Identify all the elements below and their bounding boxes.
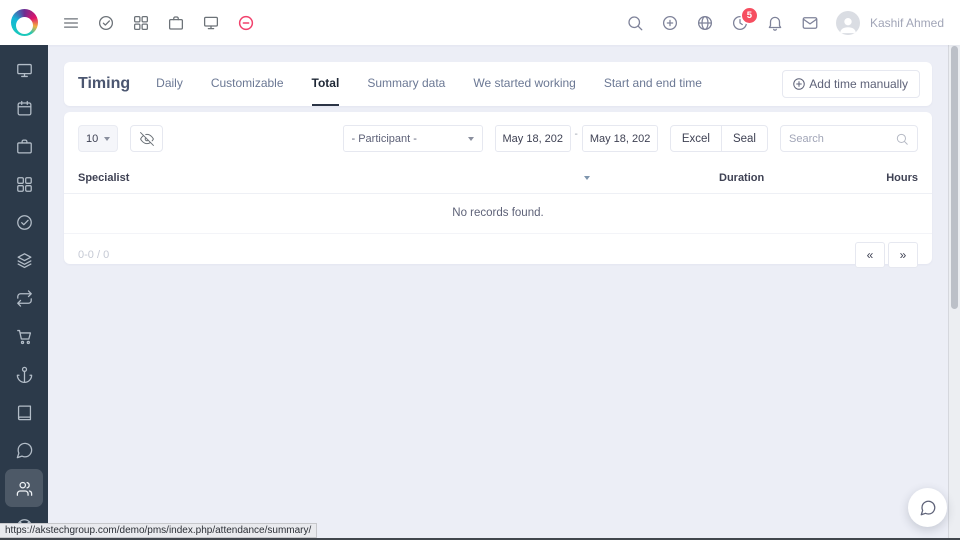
toggle-columns-button[interactable] bbox=[130, 125, 163, 152]
tab-we-started-working[interactable]: We started working bbox=[473, 62, 576, 106]
excel-button[interactable]: Excel bbox=[670, 125, 722, 152]
sidebar-item-shop[interactable] bbox=[5, 317, 43, 355]
briefcase-icon[interactable] bbox=[167, 14, 185, 32]
sidebar-item-docs[interactable] bbox=[5, 393, 43, 431]
time-log-icon[interactable]: 5 bbox=[731, 14, 749, 32]
empty-message: No records found. bbox=[64, 194, 932, 234]
next-page-button[interactable]: » bbox=[888, 242, 918, 268]
date-to-input[interactable] bbox=[582, 125, 658, 152]
header-right-icons: 5 Kashif Ahmed bbox=[626, 11, 944, 35]
page-scrollbar[interactable] bbox=[948, 45, 960, 538]
filters-row: 10 - Participant - - Excel Seal bbox=[64, 112, 932, 164]
search-box[interactable] bbox=[780, 125, 918, 152]
plus-circle-icon bbox=[792, 77, 806, 91]
scrollbar-thumb[interactable] bbox=[951, 46, 958, 309]
tab-summary-data[interactable]: Summary data bbox=[367, 62, 445, 106]
sidebar-item-calendar[interactable] bbox=[5, 89, 43, 127]
stop-timer-icon[interactable] bbox=[237, 14, 255, 32]
sidebar-item-chat[interactable] bbox=[5, 431, 43, 469]
sidebar-item-sync[interactable] bbox=[5, 279, 43, 317]
main-content: Timing Daily Customizable Total Summary … bbox=[48, 45, 948, 538]
header-left-icons bbox=[62, 14, 255, 32]
top-header: 5 Kashif Ahmed bbox=[0, 0, 960, 45]
globe-icon[interactable] bbox=[696, 14, 714, 32]
column-hours[interactable]: Hours bbox=[886, 172, 918, 184]
tab-daily[interactable]: Daily bbox=[156, 62, 183, 106]
cart-icon bbox=[15, 327, 34, 346]
briefcase-icon bbox=[15, 137, 34, 156]
export-button-group: Excel Seal bbox=[670, 125, 768, 152]
sidebar-item-apps[interactable] bbox=[5, 165, 43, 203]
add-time-label: Add time manually bbox=[809, 77, 908, 91]
chat-bubble-icon bbox=[15, 441, 34, 460]
mail-icon[interactable] bbox=[801, 14, 819, 32]
participant-select[interactable]: - Participant - bbox=[343, 125, 483, 152]
tab-start-and-end-time[interactable]: Start and end time bbox=[604, 62, 702, 106]
anchor-icon bbox=[15, 365, 34, 384]
app-logo[interactable] bbox=[0, 0, 48, 45]
search-icon[interactable] bbox=[626, 14, 644, 32]
sidebar-item-projects[interactable] bbox=[5, 127, 43, 165]
caret-down-icon bbox=[104, 137, 110, 141]
column-duration[interactable]: Duration bbox=[719, 172, 764, 184]
logo-icon bbox=[11, 9, 38, 36]
column-specialist[interactable]: Specialist bbox=[78, 172, 129, 184]
eye-off-icon bbox=[140, 132, 154, 146]
plus-circle-icon[interactable] bbox=[661, 14, 679, 32]
sidebar-item-layers[interactable] bbox=[5, 241, 43, 279]
date-range-separator: - bbox=[575, 125, 578, 145]
tab-customizable[interactable]: Customizable bbox=[211, 62, 284, 106]
timing-tabs-card: Timing Daily Customizable Total Summary … bbox=[64, 62, 932, 106]
menu-icon[interactable] bbox=[62, 14, 80, 32]
pagination-row: 0-0 / 0 « » bbox=[64, 234, 932, 276]
seal-button[interactable]: Seal bbox=[721, 125, 768, 152]
search-input[interactable] bbox=[789, 133, 889, 145]
apps-grid-icon bbox=[15, 175, 34, 194]
caret-down-icon bbox=[468, 137, 474, 141]
sidebar-item-tasks[interactable] bbox=[5, 203, 43, 241]
chat-fab-button[interactable] bbox=[908, 488, 947, 527]
layers-icon bbox=[15, 251, 34, 270]
apps-grid-icon[interactable] bbox=[132, 14, 150, 32]
timing-table-card: 10 - Participant - - Excel Seal bbox=[64, 112, 932, 264]
user-avatar[interactable] bbox=[836, 11, 860, 35]
date-from-input[interactable] bbox=[495, 125, 571, 152]
repeat-icon bbox=[15, 289, 34, 308]
page-size-value: 10 bbox=[86, 133, 98, 145]
users-icon bbox=[15, 479, 34, 498]
tab-total[interactable]: Total bbox=[312, 62, 340, 106]
previous-page-button[interactable]: « bbox=[855, 242, 885, 268]
chat-bubble-icon bbox=[919, 499, 937, 517]
sidebar-item-dashboard[interactable] bbox=[5, 51, 43, 89]
bell-icon[interactable] bbox=[766, 14, 784, 32]
check-circle-icon[interactable] bbox=[97, 14, 115, 32]
pagination-buttons: « » bbox=[855, 242, 918, 268]
add-time-manually-button[interactable]: Add time manually bbox=[782, 70, 920, 98]
participant-value: - Participant - bbox=[352, 133, 417, 145]
search-icon bbox=[895, 132, 909, 146]
page-title: Timing bbox=[78, 75, 130, 93]
monitor-icon bbox=[15, 61, 34, 80]
table-header: Specialist Duration Hours bbox=[64, 164, 932, 194]
status-bar-link-url: https://akstechgroup.com/demo/pms/index.… bbox=[0, 523, 317, 538]
notification-badge: 5 bbox=[742, 8, 757, 23]
user-name[interactable]: Kashif Ahmed bbox=[870, 16, 944, 30]
sidebar-item-attendance[interactable] bbox=[5, 469, 43, 507]
sort-caret-icon[interactable] bbox=[584, 176, 590, 180]
page-range-label: 0-0 / 0 bbox=[78, 249, 109, 261]
page-size-select[interactable]: 10 bbox=[78, 125, 118, 152]
check-circle-icon bbox=[15, 213, 34, 232]
calendar-icon bbox=[15, 99, 34, 118]
book-icon bbox=[15, 403, 34, 422]
monitor-icon[interactable] bbox=[202, 14, 220, 32]
sidebar-item-anchor[interactable] bbox=[5, 355, 43, 393]
left-sidebar bbox=[0, 45, 48, 540]
